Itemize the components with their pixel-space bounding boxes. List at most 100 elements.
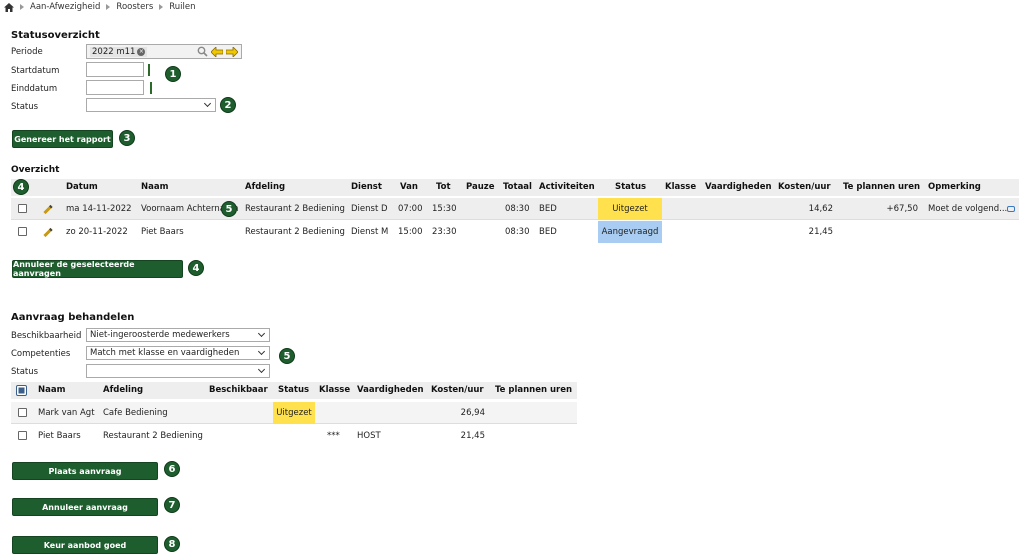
cell-afdeling: Restaurant 2 Bediening <box>245 227 345 237</box>
comment-icon[interactable] <box>1007 206 1015 212</box>
col-dienst[interactable]: Dienst <box>351 179 382 196</box>
col-van[interactable]: Van <box>400 179 418 196</box>
row-checkbox[interactable] <box>18 408 27 417</box>
col-pauze[interactable]: Pauze <box>466 179 495 196</box>
einddatum-label: Einddatum <box>11 84 58 94</box>
cell-datum: zo 20-11-2022 <box>66 227 128 237</box>
col-kosten-uur[interactable]: Kosten/uur <box>778 179 831 196</box>
col-vaardigheden[interactable]: Vaardigheden <box>705 179 772 196</box>
callout-badge-6: 6 <box>164 461 180 477</box>
cell-activiteiten: BED <box>539 227 557 237</box>
search-icon[interactable] <box>197 46 208 57</box>
clear-icon[interactable]: × <box>137 47 146 56</box>
col-opmerking[interactable]: Opmerking <box>928 179 981 196</box>
status-label: Status <box>11 102 39 112</box>
col-status[interactable]: Status <box>278 382 309 399</box>
cell-datum: ma 14-11-2022 <box>66 204 132 214</box>
breadcrumb-separator-icon <box>20 4 24 10</box>
handle-status-label: Status <box>11 367 39 377</box>
cell-totaal: 08:30 <box>505 227 530 237</box>
periode-value: 2022 m11 <box>92 46 136 57</box>
approve-offer-button[interactable]: Keur aanbod goed <box>12 536 158 554</box>
col-naam[interactable]: Naam <box>38 382 65 399</box>
col-afdeling[interactable]: Afdeling <box>103 382 143 399</box>
col-beschikbaar[interactable]: Beschikbaar <box>209 382 268 399</box>
overview-title: Overzicht <box>11 165 60 175</box>
chevron-down-icon <box>203 99 212 108</box>
callout-badge-8: 8 <box>164 536 180 552</box>
cell-naam: Mark van Agt <box>38 408 95 418</box>
calendar-icon[interactable] <box>150 82 152 94</box>
callout-badge-5: 5 <box>221 201 237 217</box>
startdatum-input[interactable] <box>86 62 144 77</box>
col-status[interactable]: Status <box>615 179 646 196</box>
table-row[interactable]: Mark van Agt Cafe Bediening Uitgezet 26,… <box>11 402 577 424</box>
cancel-request-button[interactable]: Annuleer aanvraag <box>12 498 158 516</box>
cell-afdeling: Restaurant 2 Bediening <box>245 204 345 214</box>
table-row[interactable]: ma 14-11-2022 Voornaam Achternaam Restau… <box>11 198 1019 220</box>
cell-vaardigheden: HOST <box>357 431 381 441</box>
breadcrumb-item-ruilen[interactable]: Ruilen <box>169 2 195 12</box>
callout-badge-2: 2 <box>220 97 236 113</box>
place-request-button[interactable]: Plaats aanvraag <box>12 462 158 480</box>
table-row[interactable]: zo 20-11-2022 Piet Baars Restaurant 2 Be… <box>11 221 1019 243</box>
cell-kosten-uur: 21,45 <box>808 227 833 237</box>
col-totaal[interactable]: Totaal <box>503 179 532 196</box>
col-naam[interactable]: Naam <box>141 179 168 196</box>
col-te-plannen-uren[interactable]: Te plannen uren <box>495 382 572 399</box>
table-row[interactable]: Piet Baars Restaurant 2 Bediening *** HO… <box>11 425 577 447</box>
beschikbaarheid-select[interactable]: Niet-ingeroosterde medewerkers <box>86 328 270 342</box>
status-select[interactable] <box>86 98 216 112</box>
cell-dienst: Dienst M <box>351 227 389 237</box>
periode-field[interactable]: 2022 m11 × <box>86 44 242 59</box>
cell-afdeling: Restaurant 2 Bediening <box>103 431 203 441</box>
row-checkbox[interactable] <box>18 431 27 440</box>
periode-chip: 2022 m11 × <box>90 46 148 57</box>
calendar-icon[interactable] <box>148 64 150 76</box>
cell-tot: 15:30 <box>432 204 457 214</box>
arrow-left-icon[interactable] <box>211 46 223 57</box>
periode-label: Periode <box>11 47 43 57</box>
chevron-down-icon <box>257 329 266 338</box>
status-badge: Aangevraagd <box>598 221 662 243</box>
status-badge: Uitgezet <box>273 402 315 424</box>
startdatum-label: Startdatum <box>11 66 60 76</box>
handle-status-select[interactable] <box>86 364 270 378</box>
competenties-select[interactable]: Match met klasse en vaardigheden <box>86 346 270 360</box>
col-datum[interactable]: Datum <box>66 179 98 196</box>
competenties-label: Competenties <box>11 349 71 359</box>
cell-activiteiten: BED <box>539 204 557 214</box>
col-klasse[interactable]: Klasse <box>665 179 696 196</box>
col-klasse[interactable]: Klasse <box>319 382 350 399</box>
callout-badge-4: 4 <box>13 179 29 195</box>
einddatum-input[interactable] <box>86 80 144 95</box>
cell-van: 15:00 <box>398 227 423 237</box>
col-te-plannen-uren[interactable]: Te plannen uren <box>843 179 920 196</box>
pencil-icon[interactable] <box>43 204 53 215</box>
callout-badge-7: 7 <box>164 497 180 513</box>
home-icon[interactable] <box>4 2 14 12</box>
breadcrumb-item-roosters[interactable]: Roosters <box>116 2 153 12</box>
overview-table-header: Datum Naam Afdeling Dienst Van Tot Pauze… <box>11 179 1019 196</box>
cell-totaal: 08:30 <box>505 204 530 214</box>
row-checkbox[interactable] <box>18 204 27 213</box>
cell-kosten-uur: 21,45 <box>460 431 485 441</box>
arrow-right-icon[interactable] <box>226 46 238 57</box>
cancel-selected-requests-button[interactable]: Annuleer de geselecteerde aanvragen <box>12 260 183 278</box>
select-all-icon[interactable] <box>16 385 27 396</box>
cell-naam: Piet Baars <box>141 227 184 237</box>
breadcrumb-item-aan-afwezigheid[interactable]: Aan-Afwezigheid <box>30 2 100 12</box>
callout-badge-3: 3 <box>119 130 135 146</box>
col-afdeling[interactable]: Afdeling <box>245 179 285 196</box>
col-kosten-uur[interactable]: Kosten/uur <box>431 382 484 399</box>
col-vaardigheden[interactable]: Vaardigheden <box>357 382 424 399</box>
col-activiteiten[interactable]: Activiteiten <box>539 179 595 196</box>
candidates-table-header: Naam Afdeling Beschikbaar Status Klasse … <box>11 382 577 399</box>
col-tot[interactable]: Tot <box>436 179 451 196</box>
row-checkbox[interactable] <box>18 227 27 236</box>
status-overview-title: Statusoverzicht <box>11 30 100 41</box>
pencil-icon[interactable] <box>43 227 53 238</box>
handle-request-title: Aanvraag behandelen <box>11 312 135 323</box>
callout-badge-5b: 5 <box>279 348 295 364</box>
generate-report-button[interactable]: Genereer het rapport <box>12 130 113 148</box>
